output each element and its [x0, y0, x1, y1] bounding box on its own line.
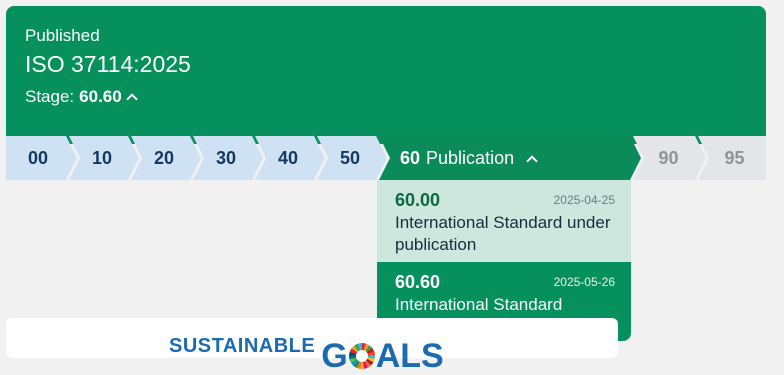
- stage-00[interactable]: 00: [10, 136, 66, 180]
- sdg-goals-letters-als: ALS: [375, 337, 444, 375]
- stage-60-name: Publication: [426, 148, 515, 168]
- chevron-up-icon: [526, 154, 538, 167]
- stage-95[interactable]: 95: [707, 136, 762, 180]
- sdg-logo: SUSTAINABLE G ALS: [169, 335, 444, 373]
- stage-60-number: 60: [400, 148, 421, 168]
- sdg-goals-letter-g: G: [321, 337, 348, 375]
- sdg-card: SUSTAINABLE G ALS: [6, 318, 618, 373]
- stage-90[interactable]: 90: [642, 136, 695, 180]
- stage-50[interactable]: 50: [324, 136, 376, 180]
- sdg-word-sustainable: SUSTAINABLE: [169, 335, 316, 357]
- stage-label: Stage:: [25, 87, 75, 106]
- stage-30[interactable]: 30: [200, 136, 252, 180]
- status-text: Published: [25, 26, 100, 45]
- stage-20[interactable]: 20: [138, 136, 190, 180]
- stage-progress-bar: 00 10 20 30 40 50 60 Publication 90 95: [6, 136, 766, 180]
- substage-code: 60.00: [395, 190, 441, 210]
- stage-60-publication[interactable]: 60 Publication: [400, 136, 538, 180]
- stage-10[interactable]: 10: [76, 136, 128, 180]
- chevron-up-icon: [126, 93, 138, 105]
- substage-date: 2025-05-26: [553, 275, 615, 289]
- substage-date: 2025-04-25: [553, 193, 615, 207]
- standard-id: ISO 37114:2025: [25, 51, 191, 77]
- stage-value: 60.60: [79, 87, 122, 106]
- standard-header: Published ISO 37114:2025 Stage: 60.60: [6, 6, 766, 144]
- stage-60-dropdown: 60.00 2025-04-25 International Standard …: [377, 180, 631, 341]
- stage-40[interactable]: 40: [262, 136, 314, 180]
- substage-code: 60.60: [395, 272, 441, 292]
- substage-description: International Standard under publication: [395, 213, 611, 254]
- stage-toggle[interactable]: Stage: 60.60: [25, 86, 138, 108]
- sdg-word-goals: G ALS: [321, 339, 443, 373]
- sdg-wheel-icon: [348, 343, 375, 369]
- substage-item-60-00[interactable]: 60.00 2025-04-25 International Standard …: [377, 180, 631, 262]
